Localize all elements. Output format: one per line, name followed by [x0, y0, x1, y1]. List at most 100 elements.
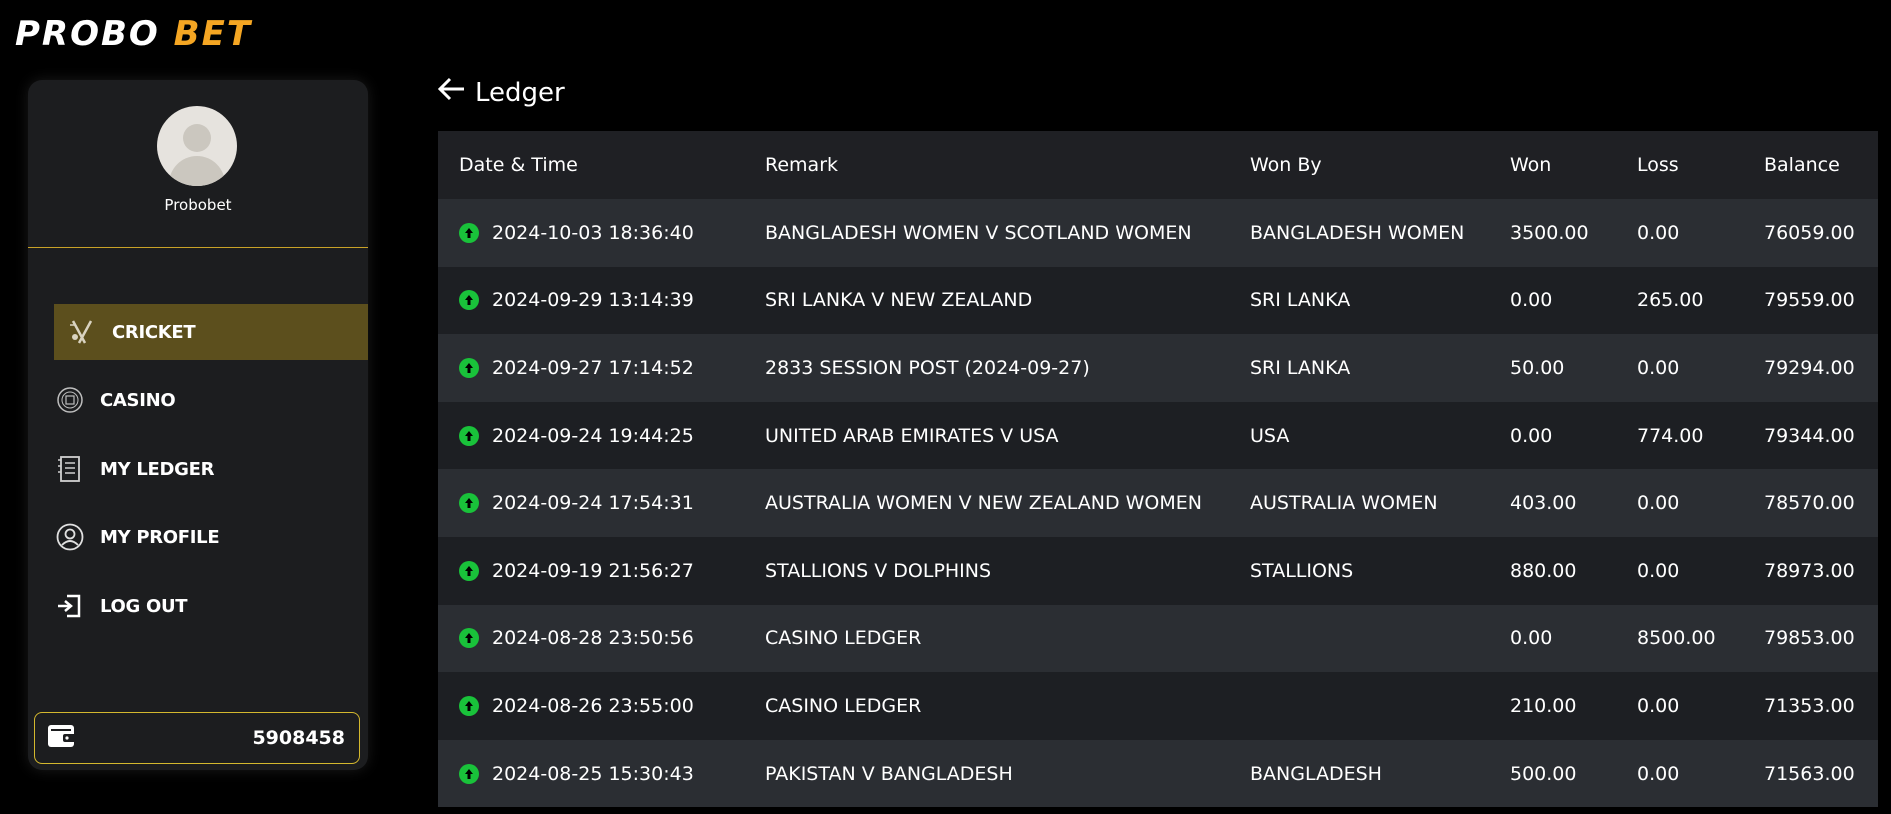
sidebar-item-casino[interactable]: CASINO: [54, 372, 368, 428]
date-time-text: 2024-09-27 17:14:52: [492, 356, 694, 379]
cell-remark: CASINO LEDGER: [744, 604, 1229, 673]
date-time-text: 2024-09-19 21:56:27: [492, 559, 694, 582]
cell-balance: 71353.00: [1743, 672, 1878, 740]
cell-balance: 78570.00: [1743, 469, 1878, 537]
date-time-text: 2024-08-26 23:55:00: [492, 694, 694, 717]
table-row[interactable]: 2024-10-03 18:36:40 BANGLADESH WOMEN V SC…: [438, 199, 1878, 267]
wallet-icon: [47, 723, 77, 753]
cell-loss: 0.00: [1616, 536, 1743, 605]
brand-logo[interactable]: PROBO BET: [15, 14, 252, 54]
cell-balance: 78973.00: [1743, 536, 1878, 605]
sidebar-divider: [28, 247, 368, 248]
cell-remark: SRI LANKA V NEW ZEALAND: [744, 266, 1229, 335]
ledger-icon: [54, 453, 86, 485]
cell-date-time: 2024-09-24 19:44:25: [438, 401, 744, 470]
cell-balance: 79853.00: [1743, 604, 1878, 673]
date-time-text: 2024-09-29 13:14:39: [492, 289, 694, 312]
casino-chip-icon: [54, 384, 86, 416]
cell-won-by: STALLIONS: [1229, 536, 1489, 605]
table-row[interactable]: 2024-09-19 21:56:27 STALLIONS V DOLPHINS S…: [438, 536, 1878, 605]
avatar-head-shape: [183, 124, 211, 152]
table-row[interactable]: 2024-08-26 23:55:00 CASINO LEDGER 210.00 0.…: [438, 672, 1878, 740]
date-time-text: 2024-08-25 15:30:43: [492, 762, 694, 785]
table-row[interactable]: 2024-09-27 17:14:52 2833 SESSION POST (20…: [438, 334, 1878, 402]
table-row[interactable]: 2024-08-25 15:30:43 PAKISTAN V BANGLADESH…: [438, 739, 1878, 808]
sidebar-item-my-profile[interactable]: MY PROFILE: [54, 509, 368, 565]
brand-logo-part1: PROBO: [15, 14, 160, 54]
cell-loss: 0.00: [1616, 199, 1743, 267]
sidebar-item-log-out[interactable]: LOG OUT: [54, 578, 368, 634]
column-header-date-time: Date & Time: [438, 131, 744, 199]
column-header-won: Won: [1489, 131, 1616, 199]
column-header-loss: Loss: [1616, 131, 1743, 199]
cell-won-by: AUSTRALIA WOMEN: [1229, 469, 1489, 537]
column-header-won-by: Won By: [1229, 131, 1489, 199]
username: Probobet: [164, 196, 232, 214]
wallet-amount: 5908458: [252, 727, 345, 749]
sidebar-item-label: LOG OUT: [100, 595, 188, 617]
cell-remark: UNITED ARAB EMIRATES V USA: [744, 401, 1229, 470]
cell-date-time: 2024-09-24 17:54:31: [438, 469, 744, 537]
cell-date-time: 2024-08-26 23:55:00: [438, 672, 744, 740]
arrow-left-icon[interactable]: [437, 76, 467, 109]
sidebar-item-label: MY PROFILE: [100, 526, 220, 548]
cell-balance: 79559.00: [1743, 266, 1878, 335]
cell-date-time: 2024-09-19 21:56:27: [438, 536, 744, 605]
table-row[interactable]: 2024-09-29 13:14:39 SRI LANKA V NEW ZEALA…: [438, 266, 1878, 335]
avatar[interactable]: [157, 106, 237, 186]
cell-remark: PAKISTAN V BANGLADESH: [744, 739, 1229, 808]
cell-won-by: BANGLADESH: [1229, 739, 1489, 808]
arrow-up-circle-icon: [459, 560, 479, 581]
date-time-text: 2024-10-03 18:36:40: [492, 221, 694, 244]
column-header-balance: Balance: [1743, 131, 1878, 199]
cell-loss: 0.00: [1616, 469, 1743, 537]
cell-date-time: 2024-10-03 18:36:40: [438, 199, 744, 267]
cell-date-time: 2024-09-29 13:14:39: [438, 266, 744, 335]
cell-won-by: SRI LANKA: [1229, 266, 1489, 335]
sidebar: Probobet CRICKET CASINO MY LEDGER MY PRO…: [28, 80, 368, 770]
cell-won-by: [1229, 672, 1489, 740]
cell-won: 500.00: [1489, 739, 1616, 808]
cell-loss: 0.00: [1616, 739, 1743, 808]
page-title: Ledger: [475, 77, 565, 108]
wallet-balance[interactable]: 5908458: [34, 712, 360, 764]
cell-date-time: 2024-08-25 15:30:43: [438, 739, 744, 808]
cell-won-by: USA: [1229, 401, 1489, 470]
cell-remark: 2833 SESSION POST (2024-09-27): [744, 334, 1229, 402]
arrow-up-circle-icon: [459, 357, 479, 378]
cell-won-by: SRI LANKA: [1229, 334, 1489, 402]
cell-won-by: [1229, 604, 1489, 673]
cricket-icon: [66, 316, 98, 348]
cell-won: 0.00: [1489, 604, 1616, 673]
cell-won: 3500.00: [1489, 199, 1616, 267]
cell-won-by: BANGLADESH WOMEN: [1229, 199, 1489, 267]
cell-balance: 79294.00: [1743, 334, 1878, 402]
table-row[interactable]: 2024-08-28 23:50:56 CASINO LEDGER 0.00 8500…: [438, 604, 1878, 673]
cell-balance: 79344.00: [1743, 401, 1878, 470]
user-icon: [54, 521, 86, 553]
arrow-up-circle-icon: [459, 493, 479, 514]
arrow-up-circle-icon: [459, 425, 479, 446]
cell-balance: 76059.00: [1743, 199, 1878, 267]
brand-logo-part2: BET: [173, 14, 253, 54]
cell-remark: BANGLADESH WOMEN V SCOTLAND WOMEN: [744, 199, 1229, 267]
ledger-table: Date & Time Remark Won By Won Loss Balan…: [438, 131, 1878, 808]
page-header: Ledger: [437, 76, 565, 109]
sidebar-item-label: MY LEDGER: [100, 458, 215, 480]
date-time-text: 2024-09-24 17:54:31: [492, 492, 694, 515]
avatar-body-shape: [169, 156, 225, 186]
sidebar-item-cricket[interactable]: CRICKET: [54, 304, 368, 360]
cell-remark: STALLIONS V DOLPHINS: [744, 536, 1229, 605]
cell-loss: 774.00: [1616, 401, 1743, 470]
cell-remark: AUSTRALIA WOMEN V NEW ZEALAND WOMEN: [744, 469, 1229, 537]
cell-date-time: 2024-08-28 23:50:56: [438, 604, 744, 673]
arrow-up-circle-icon: [459, 628, 479, 649]
table-row[interactable]: 2024-09-24 19:44:25 UNITED ARAB EMIRATES …: [438, 401, 1878, 470]
arrow-up-circle-icon: [459, 695, 479, 716]
arrow-up-circle-icon: [459, 763, 479, 784]
sidebar-item-my-ledger[interactable]: MY LEDGER: [54, 441, 368, 497]
arrow-up-circle-icon: [459, 290, 479, 311]
table-row[interactable]: 2024-09-24 17:54:31 AUSTRALIA WOMEN V NEW…: [438, 469, 1878, 537]
cell-won: 210.00: [1489, 672, 1616, 740]
table-header-row: Date & Time Remark Won By Won Loss Balan…: [438, 131, 1878, 199]
